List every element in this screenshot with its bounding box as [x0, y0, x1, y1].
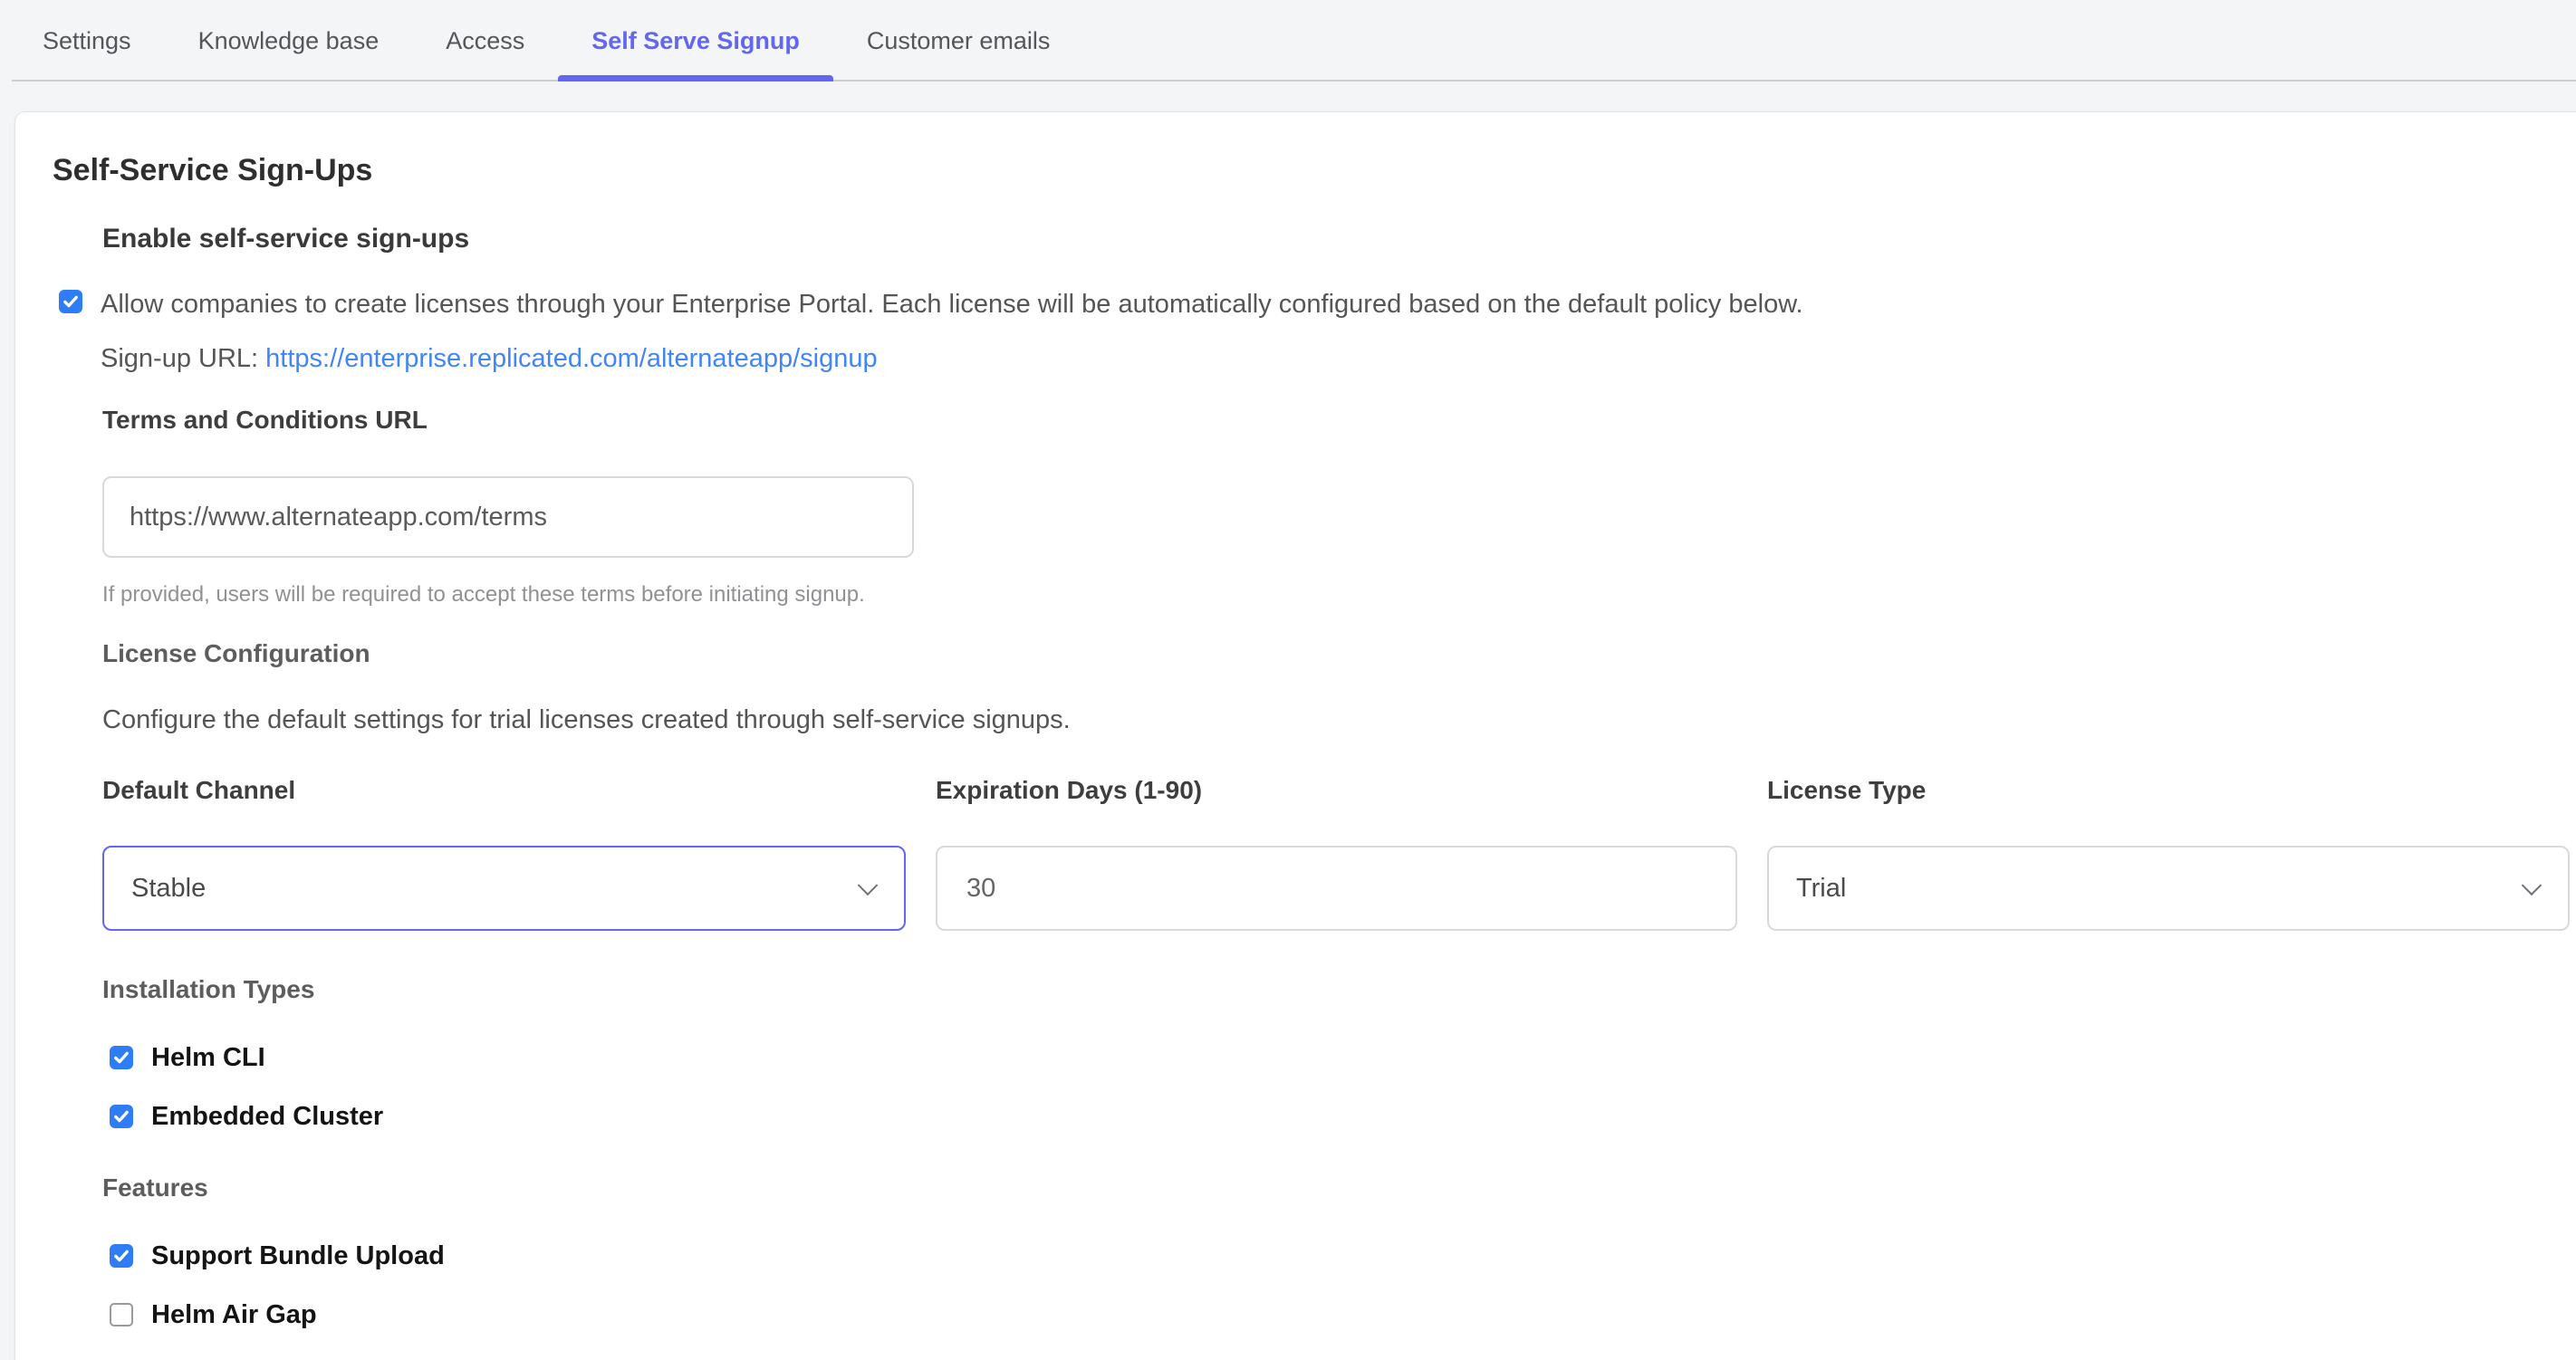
installation-types-heading: Installation Types [102, 973, 2541, 1005]
check-icon [112, 1247, 130, 1265]
enable-signups-checkbox[interactable] [59, 290, 82, 313]
installation-type-helm-cli-row: Helm CLI [110, 1043, 2541, 1072]
terms-url-helper: If provided, users will be required to a… [102, 581, 2541, 608]
signup-url-line: Sign-up URL: https://enterprise.replicat… [101, 340, 1803, 377]
default-channel-select[interactable]: Stable [102, 846, 906, 931]
enable-signups-row: Allow companies to create licenses throu… [59, 286, 2541, 377]
enable-signups-text: Allow companies to create licenses throu… [101, 286, 1803, 377]
license-type-label: License Type [1767, 774, 2570, 806]
tab-access[interactable]: Access [412, 0, 558, 81]
signup-url-label: Sign-up URL: [101, 344, 258, 373]
expiration-days-field: Expiration Days (1-90) [936, 774, 1737, 931]
terms-url-input[interactable] [102, 476, 914, 558]
default-channel-label: Default Channel [102, 774, 906, 806]
support-bundle-upload-label: Support Bundle Upload [151, 1241, 445, 1271]
chevron-down-icon [858, 875, 879, 895]
license-configuration-description: Configure the default settings for trial… [102, 702, 2541, 738]
check-icon [112, 1107, 130, 1125]
default-channel-value: Stable [131, 874, 206, 904]
card-content: Enable self-service sign-ups Allow compa… [102, 222, 2541, 1330]
page-title: Self-Service Sign-Ups [53, 151, 2541, 190]
check-icon [62, 292, 80, 311]
license-type-value: Trial [1796, 874, 1846, 904]
chevron-down-icon [2522, 875, 2542, 895]
license-type-field: License Type Trial [1767, 774, 2570, 931]
helm-cli-checkbox[interactable] [110, 1046, 133, 1069]
features-heading: Features [102, 1172, 2541, 1203]
installation-type-embedded-cluster-row: Embedded Cluster [110, 1102, 2541, 1131]
embedded-cluster-checkbox[interactable] [110, 1105, 133, 1128]
enable-signups-heading: Enable self-service sign-ups [102, 222, 2541, 256]
license-config-fields-row: Default Channel Stable Expiration Days (… [102, 774, 2541, 931]
feature-helm-air-gap-row: Helm Air Gap [110, 1300, 2541, 1329]
helm-air-gap-label: Helm Air Gap [151, 1300, 317, 1330]
tab-bar-divider [12, 80, 2576, 81]
expiration-days-input-wrap [936, 846, 1737, 931]
tab-bar: Settings Knowledge base Access Self Serv… [0, 0, 2576, 81]
tab-self-serve-signup[interactable]: Self Serve Signup [558, 0, 833, 81]
embedded-cluster-label: Embedded Cluster [151, 1102, 383, 1132]
license-type-select[interactable]: Trial [1767, 846, 2570, 931]
expiration-days-input[interactable] [965, 873, 1708, 905]
signup-url-link[interactable]: https://enterprise.replicated.com/altern… [265, 344, 877, 373]
tab-knowledge-base[interactable]: Knowledge base [165, 0, 413, 81]
terms-url-label: Terms and Conditions URL [102, 404, 2541, 436]
check-icon [112, 1049, 130, 1067]
license-configuration-heading: License Configuration [102, 637, 2541, 669]
self-service-signups-card: Self-Service Sign-Ups Enable self-servic… [14, 111, 2576, 1360]
enable-signups-description: Allow companies to create licenses throu… [101, 286, 1803, 322]
tab-settings[interactable]: Settings [9, 0, 165, 81]
feature-support-bundle-upload-row: Support Bundle Upload [110, 1241, 2541, 1270]
helm-cli-label: Helm CLI [151, 1043, 265, 1073]
tab-customer-emails[interactable]: Customer emails [833, 0, 1084, 81]
support-bundle-upload-checkbox[interactable] [110, 1244, 133, 1268]
expiration-days-label: Expiration Days (1-90) [936, 774, 1737, 806]
default-channel-field: Default Channel Stable [102, 774, 906, 931]
helm-air-gap-checkbox[interactable] [110, 1303, 133, 1326]
